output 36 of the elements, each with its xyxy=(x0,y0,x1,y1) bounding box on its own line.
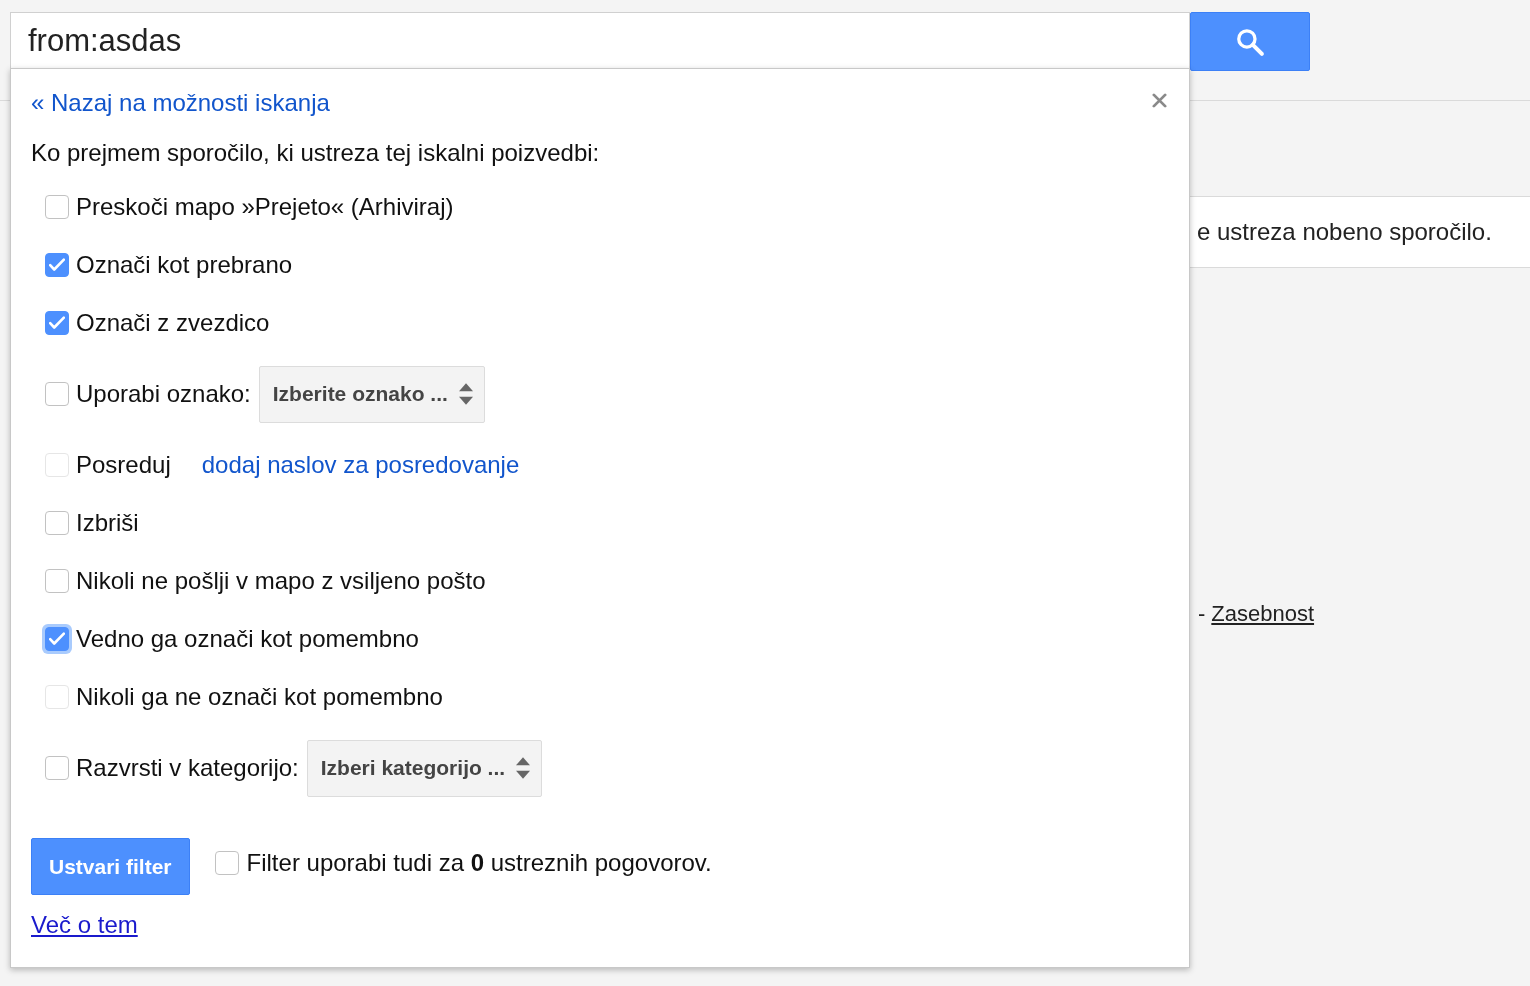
checkbox[interactable] xyxy=(45,311,69,335)
search-field[interactable]: from:asdas xyxy=(10,12,1190,69)
checkbox[interactable] xyxy=(45,382,69,406)
checkmark-icon xyxy=(49,631,65,647)
checkbox[interactable] xyxy=(45,756,69,780)
select-dropdown[interactable]: Izberi kategorijo ... xyxy=(306,739,543,797)
back-to-search-options-link[interactable]: « Nazaj na možnosti iskanja xyxy=(31,88,330,118)
option-label: Posreduj xyxy=(76,450,171,480)
option-label: Označi z zvezdico xyxy=(76,308,270,338)
checkbox[interactable] xyxy=(45,195,69,219)
search-button[interactable] xyxy=(1190,12,1310,71)
filter-heading: Ko prejmem sporočilo, ki ustreza tej iskalni poizvedbi: xyxy=(31,138,601,168)
option-label: Označi kot prebrano xyxy=(76,250,293,280)
checkbox[interactable] xyxy=(45,511,69,535)
apply-to-existing-label: Filter uporabi tudi za 0 ustreznih pogovorov. xyxy=(246,848,712,878)
close-icon[interactable] xyxy=(1152,92,1167,108)
option-label: Nikoli ga ne označi kot pomembno xyxy=(76,682,443,712)
checkbox[interactable] xyxy=(214,851,239,875)
option-label: Razvrsti v kategorijo: xyxy=(76,753,299,783)
learn-more-link[interactable]: Več o tem xyxy=(31,911,138,938)
checkbox[interactable] xyxy=(45,253,69,277)
select-dropdown[interactable]: Izberite oznako ... xyxy=(258,365,485,423)
option-label: Nikoli ne pošlji v mapo z vsiljeno pošto xyxy=(76,566,486,596)
option-label: Vedno ga označi kot pomembno xyxy=(76,624,419,654)
footer-separator: - xyxy=(1198,600,1206,628)
up-down-arrows-icon xyxy=(516,757,531,779)
option-label: Uporabi oznako: xyxy=(76,379,251,409)
checkmark-icon xyxy=(49,257,65,273)
option-label: Izbriši xyxy=(76,508,139,538)
privacy-link[interactable]: Zasebnost xyxy=(1211,599,1315,629)
checkmark-icon xyxy=(49,315,65,331)
option-label: Preskoči mapo »Prejeto« (Arhiviraj) xyxy=(76,192,454,222)
up-down-arrows-icon xyxy=(458,383,473,405)
search-icon xyxy=(1235,26,1265,57)
no-results-message: e ustreza nobeno sporočilo. xyxy=(1197,217,1492,247)
checkbox[interactable] xyxy=(45,569,69,593)
